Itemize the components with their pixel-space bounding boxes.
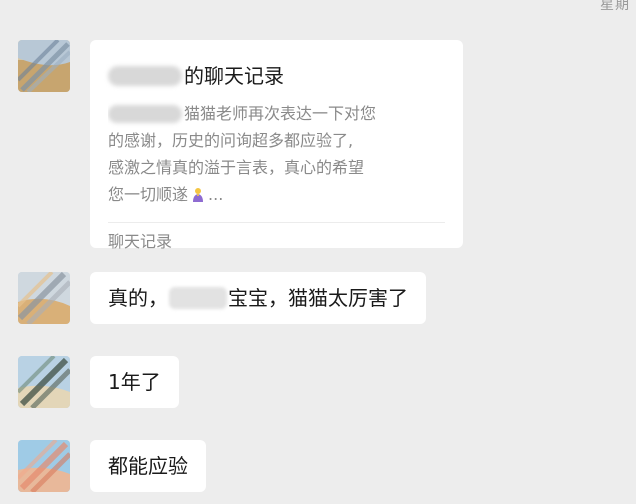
redacted-name	[108, 66, 182, 86]
message-text-part: 真的，	[108, 286, 168, 310]
card-preview: 猫猫老师再次表达一下对您 的感谢，历史的问询超多都应验了, 感激之情真的溢于言表…	[108, 100, 445, 208]
avatar[interactable]	[18, 440, 70, 492]
preview-ellipsis: ...	[208, 185, 224, 204]
avatar[interactable]	[18, 356, 70, 408]
chat-history-card[interactable]: 的聊天记录 猫猫老师再次表达一下对您 的感谢，历史的问询超多都应验了, 感激之情…	[90, 40, 463, 251]
message-bubble[interactable]: 真的， 宝宝，猫猫太厉害了	[90, 272, 426, 324]
message-text: 1年了	[108, 370, 161, 394]
message-text-part: 宝宝，猫猫太厉害了	[228, 286, 408, 310]
redacted-sender	[108, 104, 182, 123]
message-bubble[interactable]: 都能应验	[90, 440, 206, 492]
redacted-name	[169, 287, 227, 309]
message-bubble[interactable]: 1年了	[90, 356, 179, 408]
message-text: 都能应验	[108, 454, 188, 478]
avatar-image	[18, 356, 70, 408]
praying-hands-icon	[193, 187, 204, 202]
preview-line-2: 的感谢，历史的问询超多都应验了,	[108, 131, 354, 150]
avatar[interactable]	[18, 40, 70, 92]
avatar[interactable]	[18, 272, 70, 324]
avatar-image	[18, 272, 70, 324]
preview-line-3: 感激之情真的溢于言表，真心的希望	[108, 158, 365, 177]
preview-line-4: 您一切顺遂	[108, 185, 189, 204]
avatar-image	[18, 40, 70, 92]
header-fragment: 星期	[600, 0, 630, 13]
preview-line-1: 猫猫老师再次表达一下对您	[184, 104, 377, 123]
avatar-image	[18, 440, 70, 492]
card-title: 的聊天记录	[108, 62, 445, 90]
card-title-text: 的聊天记录	[184, 64, 284, 88]
card-footer-label: 聊天记录	[108, 232, 173, 251]
